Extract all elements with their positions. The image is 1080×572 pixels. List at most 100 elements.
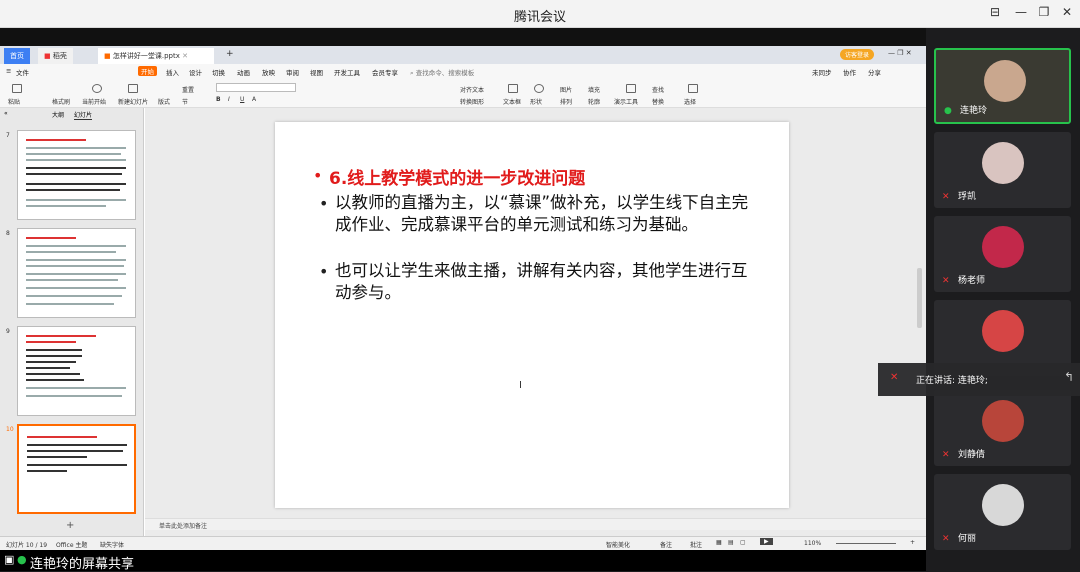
login-button[interactable]: 访客登录 [840, 49, 875, 60]
slide-bullet-2[interactable]: 也可以让学生来做主播，讲解有关内容，其他学生进行互动参与。 [335, 260, 755, 304]
menu-insert[interactable]: 插入 [166, 67, 179, 77]
reset-label[interactable]: 重置 [182, 85, 194, 94]
mic-muted-icon: ✕ [942, 450, 950, 460]
textbox-label[interactable]: 文本框 [503, 97, 521, 106]
menu-start[interactable]: 开始 [138, 66, 157, 76]
share-button[interactable]: 分享 [868, 67, 881, 77]
participant-tile[interactable]: ✕ 何丽 [934, 474, 1071, 550]
view-normal-icon[interactable]: ▦ [716, 539, 722, 546]
window-controls[interactable]: — ❐ ✕ [888, 49, 912, 57]
presenter-tools-label[interactable]: 演示工具 [614, 97, 638, 106]
presenter-tools-icon[interactable] [626, 84, 636, 93]
close-icon[interactable]: ✕ [1058, 5, 1076, 19]
tab-docer[interactable]: ■ 稻壳 [38, 48, 73, 64]
tab-document[interactable]: ■ 怎样讲好一堂课.pptx ✕ [98, 48, 214, 64]
docer-icon: ■ [44, 52, 51, 60]
arrange-label[interactable]: 排列 [560, 97, 572, 106]
participant-tile[interactable]: ✕ 杨老师 [934, 216, 1071, 292]
italic-icon[interactable]: I [228, 96, 230, 103]
slide-thumbnail-selected[interactable] [17, 424, 136, 514]
slide-title[interactable]: 6.线上教学模式的进一步改进问题 [329, 164, 585, 189]
play-icon[interactable] [92, 84, 102, 93]
menu-view[interactable]: 视图 [310, 67, 323, 77]
missing-font-button[interactable]: 缺失字体 [100, 540, 124, 549]
slide-thumbnail[interactable] [17, 326, 136, 416]
screen-share-label: ▣ ● 连艳玲的屏幕共享 [0, 550, 926, 572]
view-reading-icon[interactable]: ▢ [740, 539, 746, 546]
zoom-slider[interactable] [836, 543, 896, 544]
picture-label[interactable]: 图片 [560, 85, 572, 94]
new-slide-icon[interactable] [128, 84, 138, 93]
menu-member[interactable]: 会员专享 [372, 67, 398, 77]
thumb-number: 8 [6, 230, 10, 237]
fill-label[interactable]: 填充 [588, 85, 600, 94]
section-label[interactable]: 节 [182, 97, 188, 106]
thumb-number: 9 [6, 328, 10, 335]
participant-tile[interactable]: ✕ 刘静倩 [934, 390, 1071, 466]
bullet-icon: • [313, 166, 323, 185]
play-from-current[interactable]: 当前开始 [82, 97, 106, 106]
tab-slides[interactable]: 幻灯片 [74, 110, 93, 120]
font-select[interactable] [216, 83, 296, 92]
notes-button[interactable]: 备注 [660, 540, 672, 549]
participant-tile[interactable]: ✕ 琈凯 [934, 132, 1071, 208]
layout-label[interactable]: 版式 [158, 97, 170, 106]
convert-shape-label[interactable]: 转换图形 [460, 97, 484, 106]
notes-pane[interactable]: 单击此处添加备注 [145, 518, 926, 530]
select-icon[interactable] [688, 84, 698, 93]
shape-label[interactable]: 形状 [530, 97, 542, 106]
shape-icon[interactable] [534, 84, 544, 93]
minimize-icon[interactable]: — [1012, 5, 1030, 19]
menu-icon[interactable]: ≡ [6, 67, 11, 75]
bold-icon[interactable]: B [216, 96, 221, 103]
select-label[interactable]: 选择 [684, 97, 696, 106]
menu-file[interactable]: 文件 [16, 67, 29, 77]
beautify-button[interactable]: 智能美化 [606, 540, 630, 549]
paste-icon[interactable] [12, 84, 22, 93]
textbox-icon[interactable] [508, 84, 518, 93]
underline-icon[interactable]: U [240, 96, 244, 103]
slide-bullet-1[interactable]: 以教师的直播为主，以“慕课”做补充，以学生线下自主完成作业、完成慕课平台的单元测… [335, 192, 755, 236]
participant-tile[interactable]: ● 连艳玲 [934, 48, 1071, 124]
slide-thumbnail[interactable] [17, 130, 136, 220]
menu-transition[interactable]: 切换 [212, 67, 225, 77]
bullet-icon: • [319, 194, 329, 213]
new-slide-label[interactable]: 新建幻灯片 [118, 97, 148, 106]
participant-name: 刘静倩 [958, 450, 986, 460]
collab-button[interactable]: 协作 [843, 67, 856, 77]
menu-review[interactable]: 审阅 [286, 67, 299, 77]
arrow-icon[interactable]: ↰ [1064, 370, 1074, 384]
menu-design[interactable]: 设计 [189, 67, 202, 77]
unsynced-button[interactable]: 未同步 [812, 67, 832, 77]
play-slideshow-icon[interactable]: ▶ [760, 538, 773, 545]
view-sorter-icon[interactable]: ▤ [728, 539, 734, 546]
format-painter-label[interactable]: 格式刷 [52, 97, 70, 106]
align-text-label[interactable]: 对齐文本 [460, 85, 484, 94]
search-command-input[interactable]: ⌕ 查找命令、搜索模板 [410, 67, 474, 78]
close-tab-icon[interactable]: ✕ [182, 52, 188, 60]
comments-button[interactable]: 批注 [690, 540, 702, 549]
maximize-icon[interactable]: ❐ [1035, 5, 1053, 19]
menu-devtools[interactable]: 开发工具 [334, 67, 360, 77]
current-slide[interactable]: • 6.线上教学模式的进一步改进问题 • 以教师的直播为主，以“慕课”做补充，以… [275, 122, 789, 508]
new-tab-icon[interactable]: + [220, 48, 240, 64]
outline-label[interactable]: 轮廓 [588, 97, 600, 106]
search-placeholder: 查找命令、搜索模板 [415, 69, 475, 77]
zoom-in-icon[interactable]: + [910, 539, 915, 546]
vertical-scrollbar[interactable] [917, 268, 922, 328]
tab-outline[interactable]: 大纲 [52, 110, 64, 119]
avatar [982, 400, 1024, 442]
zoom-level: 110% [804, 540, 822, 547]
slide-thumbnail[interactable] [17, 228, 136, 318]
collapse-pane-icon[interactable]: « [4, 110, 8, 117]
font-color-icon[interactable]: A [252, 96, 256, 103]
find-label[interactable]: 查找 [652, 85, 664, 94]
screen-icon: ▣ [4, 553, 15, 566]
replace-label[interactable]: 替换 [652, 97, 664, 106]
add-slide-icon[interactable]: + [66, 520, 74, 531]
pin-icon[interactable]: ⊟ [986, 5, 1004, 19]
menu-animation[interactable]: 动画 [237, 67, 250, 77]
theme-name: Office 主题 [56, 542, 88, 549]
tab-home[interactable]: 首页 [4, 48, 30, 64]
menu-slideshow[interactable]: 放映 [262, 67, 275, 77]
